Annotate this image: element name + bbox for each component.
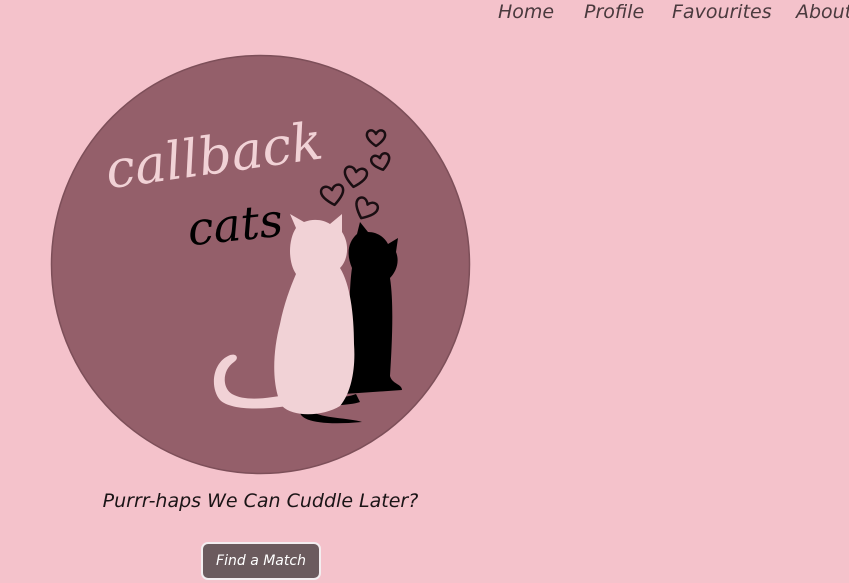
top-nav: Home Profile Favourites About — [0, 0, 849, 30]
nav-home-link[interactable]: Home — [498, 1, 554, 23]
nav-profile-link[interactable]: Profile — [584, 1, 644, 23]
logo-circle — [50, 54, 471, 475]
nav-about-link[interactable]: About — [796, 1, 849, 23]
nav-favourites-link[interactable]: Favourites — [672, 1, 772, 23]
page: Home Profile Favourites About callback c… — [0, 0, 849, 583]
hero-tagline: Purrr-haps We Can Cuddle Later? — [102, 490, 419, 512]
logo-text-cats: cats — [185, 193, 285, 257]
callback-cats-logo: callback cats — [50, 54, 471, 475]
find-a-match-button[interactable]: Find a Match — [201, 542, 321, 580]
logo-graphic: callback cats — [50, 54, 471, 475]
